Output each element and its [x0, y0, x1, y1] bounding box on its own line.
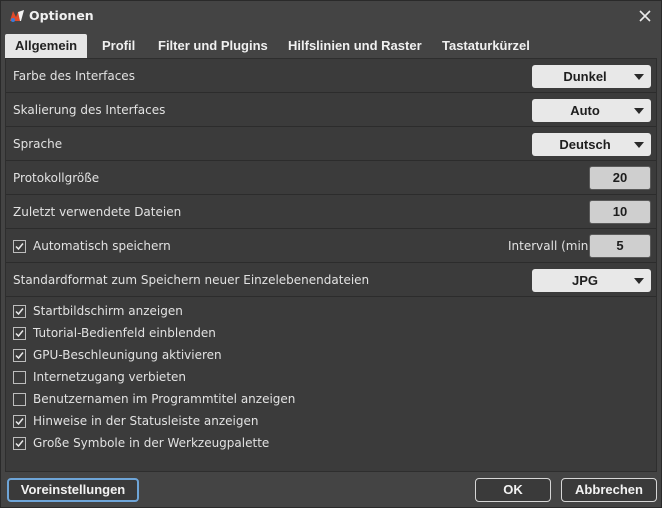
defaults-button[interactable]: Voreinstellungen — [7, 478, 139, 502]
interface-color-value: Dunkel — [563, 69, 607, 84]
checklist-item-tutorial-panel: Tutorial-Bedienfeld einblenden — [6, 323, 656, 345]
gpu-acceleration-label: GPU-Beschleunigung aktivieren — [33, 348, 222, 362]
tab-tastaturkuerzel[interactable]: Tastaturkürzel — [432, 34, 540, 58]
checkmark-icon — [15, 330, 24, 338]
photo-editor-logo-icon — [9, 9, 25, 23]
block-internet-label: Internetzugang verbieten — [33, 370, 187, 384]
autosave-interval-input[interactable]: 5 — [589, 234, 651, 258]
language-value: Deutsch — [559, 137, 611, 152]
username-in-title-label: Benutzernamen im Programmtitel anzeigen — [33, 392, 296, 406]
autosave-checkbox[interactable] — [13, 240, 26, 253]
ok-button[interactable]: OK — [475, 478, 551, 502]
autosave-label: Automatisch speichern — [33, 239, 171, 253]
checklist-item-gpu-acceleration: GPU-Beschleunigung aktivieren — [6, 345, 656, 367]
interface-color-dropdown[interactable]: Dunkel — [532, 65, 651, 88]
default-format-label: Standardformat zum Speichern neuer Einze… — [13, 273, 370, 287]
interface-scale-value: Auto — [570, 103, 600, 118]
cancel-button[interactable]: Abbrechen — [561, 478, 657, 502]
tab-hilfslinien-und-raster[interactable]: Hilfslinien und Raster — [278, 34, 432, 58]
checkmark-icon — [15, 418, 24, 426]
options-dialog: Optionen Allgemein Profil Filter und Plu… — [0, 0, 662, 508]
statusbar-hints-label: Hinweise in der Statusleiste anzeigen — [33, 414, 259, 428]
close-icon[interactable] — [635, 6, 655, 26]
interface-scale-dropdown[interactable]: Auto — [532, 99, 651, 122]
recent-files-row: Zuletzt verwendete Dateien 10 — [6, 195, 656, 229]
history-size-row: Protokollgröße 20 — [6, 161, 656, 195]
large-tool-icons-checkbox[interactable] — [13, 437, 26, 450]
default-format-row: Standardformat zum Speichern neuer Einze… — [6, 263, 656, 297]
default-format-dropdown[interactable]: JPG — [532, 269, 651, 292]
checkmark-icon — [15, 308, 24, 316]
language-row: Sprache Deutsch — [6, 127, 656, 161]
history-size-label: Protokollgröße — [13, 171, 100, 185]
dialog-title: Optionen — [29, 8, 94, 23]
chevron-down-icon — [634, 74, 644, 80]
interface-scale-label: Skalierung des Interfaces — [13, 103, 166, 117]
checklist-item-username-in-title: Benutzernamen im Programmtitel anzeigen — [6, 389, 656, 411]
interface-color-row: Farbe des Interfaces Dunkel — [6, 59, 656, 93]
tutorial-panel-label: Tutorial-Bedienfeld einblenden — [33, 326, 216, 340]
gpu-acceleration-checkbox[interactable] — [13, 349, 26, 362]
checklist-item-statusbar-hints: Hinweise in der Statusleiste anzeigen — [6, 411, 656, 433]
default-format-value: JPG — [571, 273, 598, 288]
checklist-item-start-screen: Startbildschirm anzeigen — [6, 301, 656, 323]
username-in-title-checkbox[interactable] — [13, 393, 26, 406]
chevron-down-icon — [634, 108, 644, 114]
checklist-item-large-tool-icons: Große Symbole in der Werkzeugpalette — [6, 433, 656, 455]
language-dropdown[interactable]: Deutsch — [532, 133, 651, 156]
title-bar[interactable]: Optionen — [1, 1, 661, 31]
tab-filter-und-plugins[interactable]: Filter und Plugins — [148, 34, 278, 58]
chevron-down-icon — [634, 278, 644, 284]
chevron-down-icon — [634, 142, 644, 148]
large-tool-icons-label: Große Symbole in der Werkzeugpalette — [33, 436, 270, 450]
history-size-input[interactable]: 20 — [589, 166, 651, 190]
tab-allgemein[interactable]: Allgemein — [5, 34, 88, 58]
general-settings-panel: Farbe des Interfaces Dunkel Skalierung d… — [5, 58, 657, 472]
recent-files-input[interactable]: 10 — [589, 200, 651, 224]
autosave-row: Automatisch speichern Intervall (min) 5 — [6, 229, 656, 263]
recent-files-label: Zuletzt verwendete Dateien — [13, 205, 182, 219]
checklist-item-block-internet: Internetzugang verbieten — [6, 367, 656, 389]
start-screen-checkbox[interactable] — [13, 305, 26, 318]
tab-bar: Allgemein Profil Filter und Plugins Hilf… — [5, 34, 657, 58]
start-screen-label: Startbildschirm anzeigen — [33, 304, 183, 318]
language-label: Sprache — [13, 137, 63, 151]
statusbar-hints-checkbox[interactable] — [13, 415, 26, 428]
checkmark-icon — [15, 243, 24, 251]
tab-profil[interactable]: Profil — [92, 34, 145, 58]
checkmark-icon — [15, 440, 24, 448]
checkmark-icon — [15, 352, 24, 360]
interface-scale-row: Skalierung des Interfaces Auto — [6, 93, 656, 127]
interval-label: Intervall (min) — [508, 239, 594, 253]
tutorial-panel-checkbox[interactable] — [13, 327, 26, 340]
block-internet-checkbox[interactable] — [13, 371, 26, 384]
interface-color-label: Farbe des Interfaces — [13, 69, 135, 83]
